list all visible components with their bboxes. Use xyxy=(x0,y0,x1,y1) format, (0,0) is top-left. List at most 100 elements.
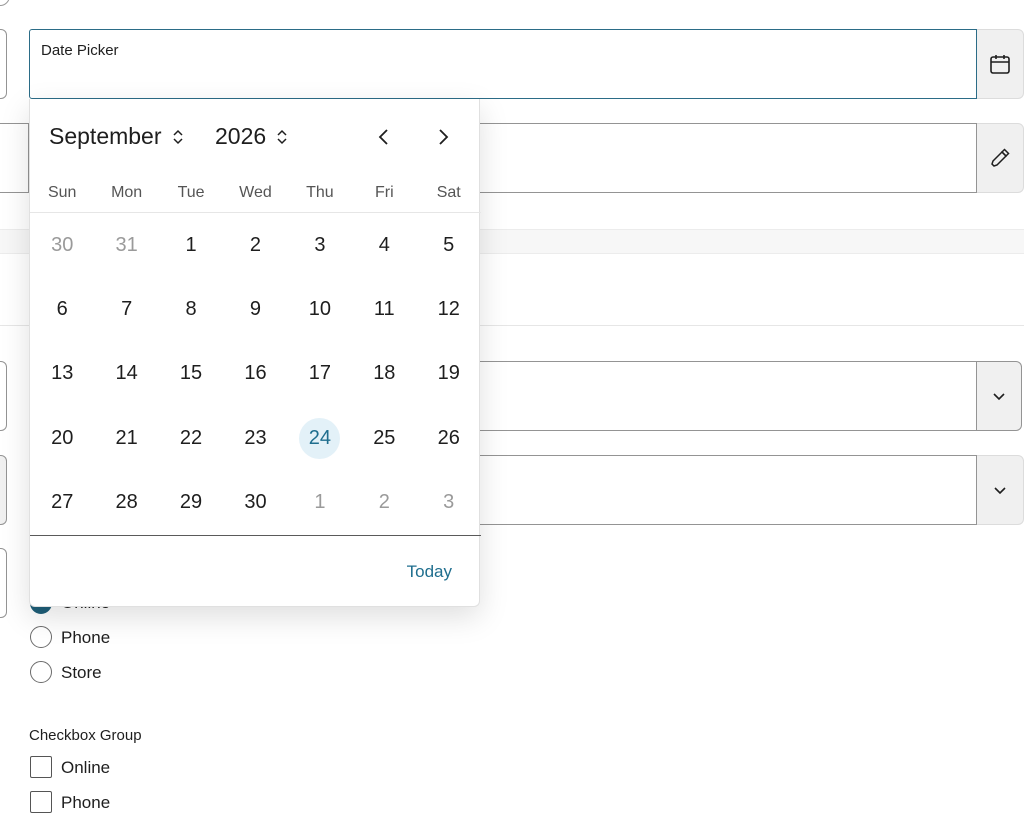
radio-phone-label: Phone xyxy=(61,628,111,647)
calendar-day[interactable]: 23 xyxy=(223,406,287,470)
radio-phone[interactable] xyxy=(30,626,52,648)
calendar-day-number: 25 xyxy=(373,426,396,449)
left-field-stub xyxy=(0,455,7,525)
radio-store-label: Store xyxy=(61,663,102,682)
calendar-day-number: 12 xyxy=(437,298,460,321)
chevron-down-icon xyxy=(993,393,1005,401)
date-picker-input[interactable]: Date Picker xyxy=(29,29,977,99)
calendar-popover: September 2026 Sun Mon Tue Wed Thu Fri S… xyxy=(29,99,481,607)
calendar-button[interactable] xyxy=(977,29,1024,99)
calendar-day[interactable]: 30 xyxy=(223,471,287,535)
calendar-day-number: 16 xyxy=(244,362,267,385)
next-month-button[interactable] xyxy=(427,121,459,153)
calendar-day-number: 3 xyxy=(443,491,455,514)
calendar-week-row: 30 31 1 2 3 4 5 xyxy=(30,213,481,277)
calendar-day[interactable]: 14 xyxy=(94,342,158,406)
calendar-day-number: 9 xyxy=(249,298,262,321)
calendar-day[interactable]: 17 xyxy=(288,342,352,406)
select-2-toggle[interactable] xyxy=(977,455,1024,525)
calendar-day[interactable]: 19 xyxy=(417,342,481,406)
color-picker-button[interactable] xyxy=(977,123,1024,193)
weekday-label: Sun xyxy=(47,184,77,201)
checkbox-phone[interactable] xyxy=(30,791,52,813)
calendar-day-number: 15 xyxy=(179,362,203,385)
calendar-day-number: 2 xyxy=(249,233,262,256)
calendar-day-number: 19 xyxy=(437,362,460,385)
calendar-day[interactable]: 4 xyxy=(352,213,416,277)
calendar-day[interactable]: 21 xyxy=(94,406,158,470)
calendar-day[interactable]: 12 xyxy=(417,277,481,341)
year-label: 2026 xyxy=(215,123,267,149)
calendar-week-row: 27 28 29 30 1 2 3 xyxy=(30,471,481,535)
calendar-day-number: 29 xyxy=(179,491,203,514)
calendar-day[interactable]: 1 xyxy=(159,213,223,277)
calendar-day[interactable]: 7 xyxy=(94,277,158,341)
calendar-day[interactable]: 27 xyxy=(30,471,94,535)
calendar-day-number: 18 xyxy=(373,362,396,385)
calendar-day-number: 21 xyxy=(115,426,138,449)
calendar-day[interactable]: 10 xyxy=(288,277,352,341)
calendar-day[interactable]: 11 xyxy=(352,277,416,341)
year-select[interactable]: 2026 xyxy=(215,123,288,150)
calendar-day-number: 30 xyxy=(51,233,74,256)
calendar-day[interactable]: 9 xyxy=(223,277,287,341)
checkbox-group-label: Checkbox Group xyxy=(29,727,142,744)
partial-radio-top[interactable] xyxy=(0,0,10,6)
calendar-day-number: 14 xyxy=(115,362,138,385)
calendar-day[interactable]: 6 xyxy=(30,277,94,341)
calendar-day[interactable]: 25 xyxy=(352,406,416,470)
calendar-day[interactable]: 28 xyxy=(94,471,158,535)
calendar-day[interactable]: 22 xyxy=(159,406,223,470)
calendar-day[interactable]: 5 xyxy=(417,213,481,277)
prev-month-button[interactable] xyxy=(368,121,400,153)
calendar-day-selected[interactable]: 24 xyxy=(288,406,352,470)
calendar-week-row: 13 14 15 16 17 18 19 xyxy=(30,342,481,406)
calendar-day-number: 31 xyxy=(115,233,138,256)
calendar-day-number: 10 xyxy=(308,298,332,321)
calendar-day-number: 3 xyxy=(314,233,326,256)
eyedropper-icon xyxy=(991,148,1010,167)
calendar-day[interactable]: 26 xyxy=(417,406,481,470)
calendar-grid: 30 31 1 2 3 4 5 6 7 8 9 10 11 12 13 14 15 16 17 18 19 20 21 22 2… xyxy=(30,213,481,535)
radio-store[interactable] xyxy=(30,661,52,683)
calendar-day[interactable]: 16 xyxy=(223,342,287,406)
calendar-day[interactable]: 15 xyxy=(159,342,223,406)
calendar-day[interactable]: 30 xyxy=(30,213,94,277)
calendar-day[interactable]: 31 xyxy=(94,213,158,277)
calendar-day[interactable]: 8 xyxy=(159,277,223,341)
calendar-day[interactable]: 13 xyxy=(30,342,94,406)
weekday-label: Tue xyxy=(177,184,205,201)
weekday-label: Thu xyxy=(306,184,334,201)
calendar-day[interactable]: 29 xyxy=(159,471,223,535)
calendar-day-number: 23 xyxy=(244,426,267,449)
checkbox-online-label: Online xyxy=(61,758,111,777)
today-button[interactable]: Today xyxy=(407,562,452,582)
calendar-day-number: 24 xyxy=(299,417,341,459)
updown-chevron-icon xyxy=(277,129,287,144)
calendar-day[interactable]: 2 xyxy=(352,471,416,535)
calendar-day[interactable]: 3 xyxy=(288,213,352,277)
calendar-day-number: 28 xyxy=(115,491,138,514)
calendar-day[interactable]: 20 xyxy=(30,406,94,470)
calendar-day-number: 4 xyxy=(378,233,390,256)
weekday-header: Sun Mon Tue Wed Thu Fri Sat xyxy=(30,181,481,213)
calendar-day-number: 17 xyxy=(308,362,332,385)
calendar-day[interactable]: 1 xyxy=(288,471,352,535)
calendar-day[interactable]: 3 xyxy=(417,471,481,535)
calendar-day-number: 22 xyxy=(179,426,203,449)
month-label: September xyxy=(49,123,162,149)
calendar-day-number: 20 xyxy=(51,426,74,449)
calendar-day-number: 27 xyxy=(51,491,74,514)
calendar-week-row: 20 21 22 23 24 25 26 xyxy=(30,406,481,470)
calendar-day-number: 8 xyxy=(185,298,197,321)
calendar-week-row: 6 7 8 9 10 11 12 xyxy=(30,277,481,341)
month-select[interactable]: September xyxy=(49,123,184,150)
checkbox-online[interactable] xyxy=(30,756,52,778)
calendar-footer: Today xyxy=(30,535,481,607)
calendar-day[interactable]: 2 xyxy=(223,213,287,277)
weekday-label: Sat xyxy=(436,184,461,201)
calendar-day[interactable]: 18 xyxy=(352,342,416,406)
calendar-day-number: 6 xyxy=(56,298,68,321)
select-1-toggle[interactable] xyxy=(977,361,1022,431)
calendar-day-number: 1 xyxy=(185,233,197,256)
